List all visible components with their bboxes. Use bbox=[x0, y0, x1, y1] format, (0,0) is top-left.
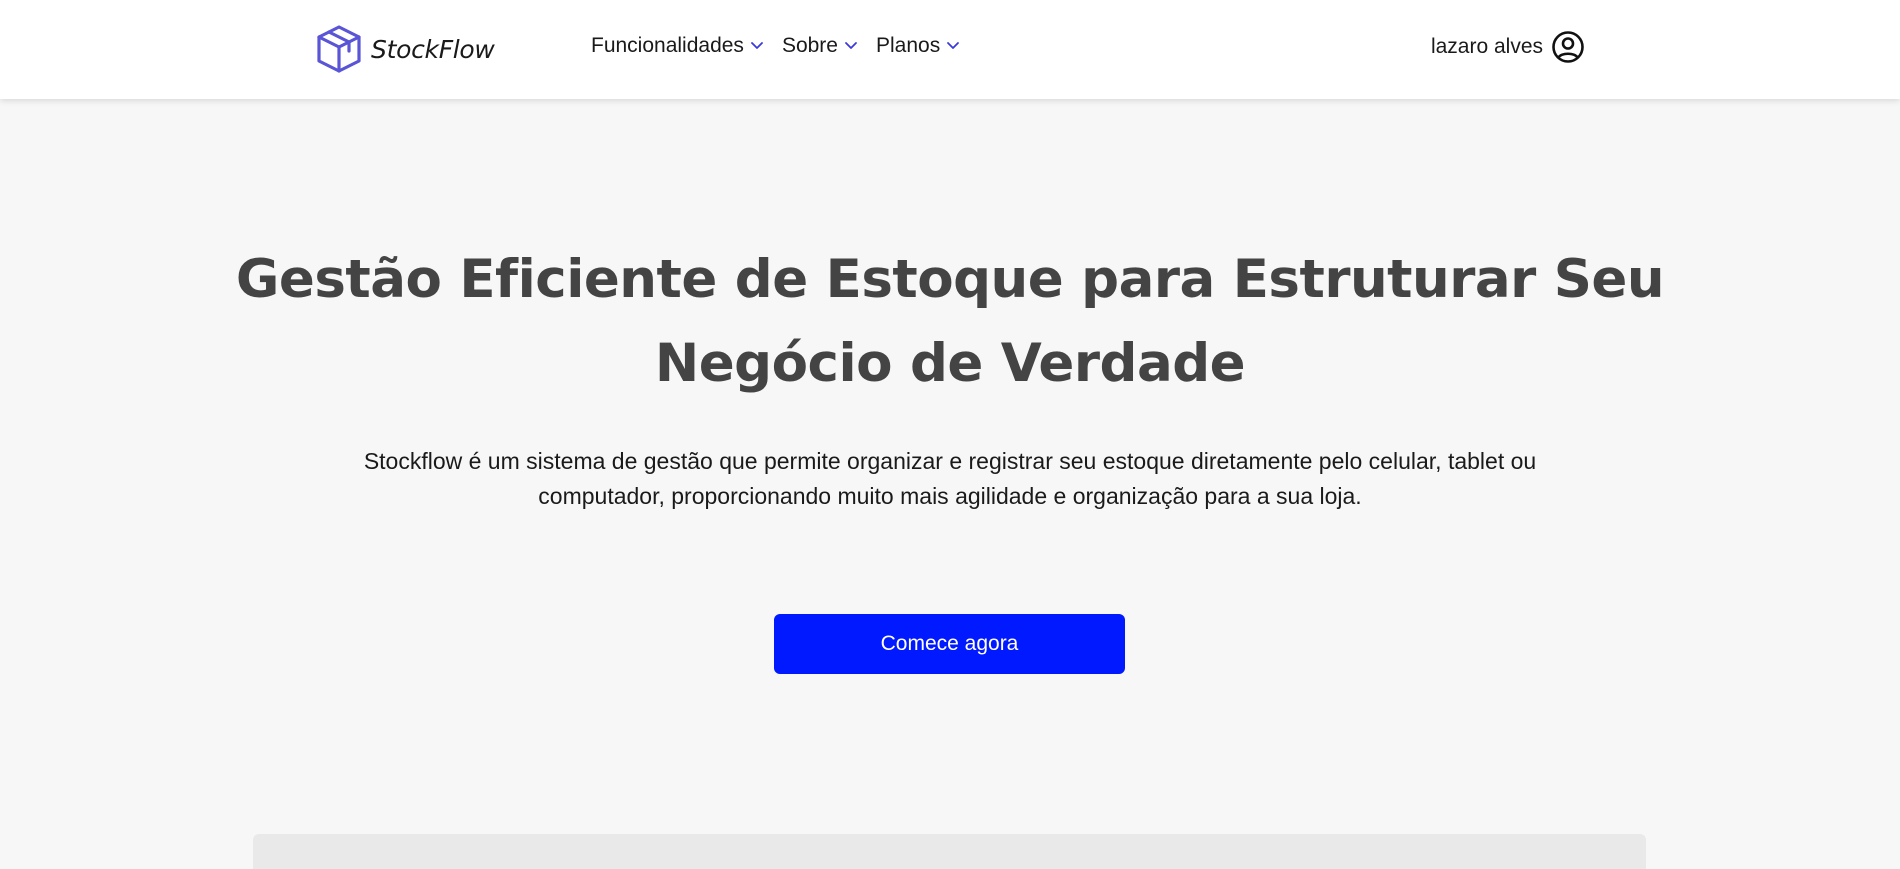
nav-item-sobre[interactable]: Sobre bbox=[782, 34, 858, 58]
box-icon bbox=[315, 24, 363, 74]
chevron-down-icon bbox=[946, 41, 960, 51]
hero-title-line-2: Negócio de Verdade bbox=[654, 333, 1246, 394]
nav-item-label: Planos bbox=[875, 34, 941, 57]
chevron-down-icon bbox=[750, 41, 764, 51]
nav-item-label: Funcionalidades bbox=[591, 34, 744, 57]
hero-title-line-1: Gestão Eficiente de Estoque para Estrutu… bbox=[235, 249, 1665, 310]
brand-name: StockFlow bbox=[371, 34, 495, 64]
preview-panel bbox=[253, 834, 1646, 869]
landing-page: StockFlow Funcionalidades Sobre Planos l… bbox=[0, 0, 1900, 869]
hero-description-line-2: computador, proporcionando muito mais ag… bbox=[538, 483, 1362, 509]
top-navbar: StockFlow Funcionalidades Sobre Planos l… bbox=[0, 0, 1900, 99]
user-menu[interactable]: lazaro alves bbox=[1431, 30, 1585, 64]
main-nav: Funcionalidades Sobre Planos bbox=[591, 34, 960, 58]
nav-item-planos[interactable]: Planos bbox=[876, 34, 960, 58]
brand-logo[interactable]: StockFlow bbox=[315, 24, 495, 74]
user-circle-icon[interactable] bbox=[1551, 30, 1585, 64]
start-now-button[interactable]: Comece agora bbox=[774, 614, 1125, 674]
hero-description: Stockflow é um sistema de gestão que per… bbox=[250, 444, 1650, 514]
hero-title: Gestão Eficiente de Estoque para Estrutu… bbox=[200, 238, 1700, 406]
nav-item-funcionalidades[interactable]: Funcionalidades bbox=[591, 34, 764, 58]
chevron-down-icon bbox=[844, 41, 858, 51]
hero-description-line-1: Stockflow é um sistema de gestão que per… bbox=[363, 448, 1537, 474]
nav-item-label: Sobre bbox=[781, 34, 838, 57]
user-name: lazaro alves bbox=[1430, 35, 1543, 58]
